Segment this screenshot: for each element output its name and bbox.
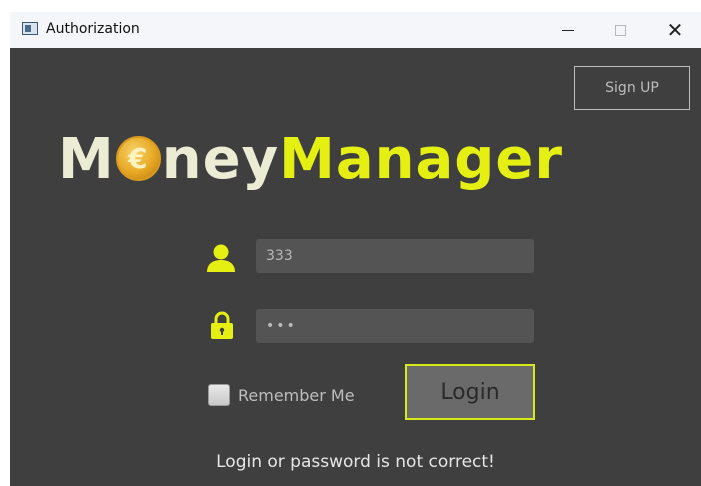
remember-me-checkbox[interactable] [208, 384, 230, 406]
euro-coin-icon [115, 136, 161, 181]
app-window-icon [22, 22, 38, 35]
sign-up-button[interactable]: Sign UP [574, 66, 690, 110]
close-icon[interactable]: ✕ [652, 12, 698, 48]
error-message: Login or password is not correct! [216, 452, 495, 472]
username-field[interactable] [256, 239, 534, 273]
title-bar: Authorization ✕ [10, 12, 701, 48]
logo-text-manager: Manager [279, 127, 563, 192]
logo-text-m: M [58, 127, 115, 192]
logo-text-ney: ney [161, 127, 280, 192]
user-icon [207, 244, 235, 272]
remember-me-row[interactable]: Remember Me [208, 381, 355, 409]
money-manager-logo: MneyManager [58, 120, 563, 200]
maximize-icon[interactable] [597, 12, 643, 48]
password-field[interactable] [256, 309, 534, 343]
lock-icon [211, 311, 233, 339]
window-title: Authorization [46, 21, 140, 37]
remember-me-label[interactable]: Remember Me [238, 386, 355, 405]
minimize-icon[interactable] [545, 12, 591, 48]
authorization-window: Authorization ✕ Sign UP MneyManager Reme… [10, 12, 701, 486]
login-button[interactable]: Login [405, 364, 535, 420]
